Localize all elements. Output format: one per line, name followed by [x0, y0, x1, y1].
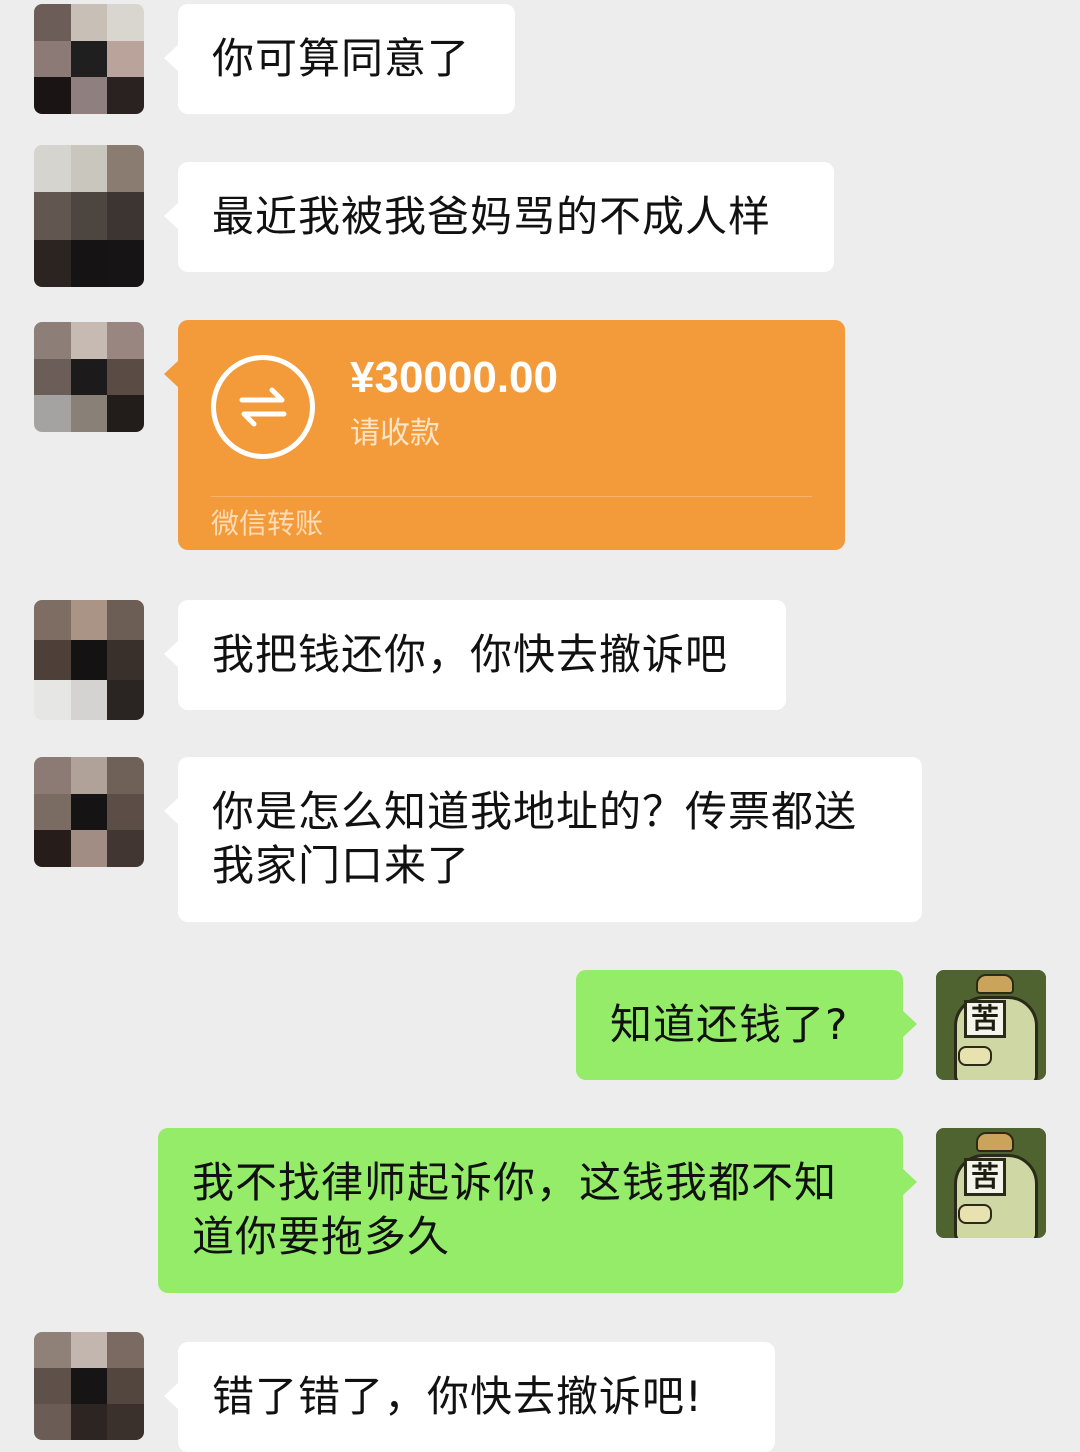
avatar-contact[interactable]: [34, 145, 144, 287]
transfer-amount: ¥30000.00: [350, 353, 558, 402]
transfer-arrows-icon: [211, 355, 315, 459]
message-text: 最近我被我爸妈骂的不成人样: [212, 192, 772, 241]
message-text: 我把钱还你，你快去撤诉吧: [212, 630, 729, 679]
avatar-contact[interactable]: [34, 757, 144, 867]
transfer-card[interactable]: ¥30000.00 请收款 微信转账: [164, 320, 845, 550]
avatar-contact[interactable]: [34, 1332, 144, 1440]
message-bubble[interactable]: 知道还钱了?: [576, 970, 917, 1080]
message-bubble[interactable]: 你可算同意了: [164, 4, 515, 114]
avatar-contact[interactable]: [34, 4, 144, 114]
avatar-contact[interactable]: [34, 322, 144, 432]
message-bubble[interactable]: 我不找律师起诉你，这钱我都不知 道你要拖多久: [158, 1128, 917, 1293]
message-bubble[interactable]: 我把钱还你，你快去撤诉吧: [164, 600, 786, 710]
message-text: 知道还钱了?: [610, 1000, 849, 1049]
message-text: 错了错了，你快去撤诉吧!: [212, 1372, 703, 1421]
message-text-line: 你是怎么知道我地址的？传票都送: [212, 787, 858, 836]
sticker-tag: 苦: [964, 1000, 1006, 1038]
transfer-status: 请收款: [350, 416, 440, 451]
message-text-line: 我不找律师起诉你，这钱我都不知: [192, 1158, 838, 1207]
message-text: 你可算同意了: [212, 34, 471, 83]
message-text-line: 道你要拖多久: [192, 1212, 451, 1261]
avatar-contact[interactable]: [34, 600, 144, 720]
sticker-tag: 苦: [964, 1158, 1006, 1196]
avatar-self[interactable]: 苦: [936, 970, 1046, 1080]
divider: [211, 496, 812, 497]
message-bubble[interactable]: 错了错了，你快去撤诉吧!: [164, 1342, 775, 1452]
message-bubble[interactable]: 你是怎么知道我地址的？传票都送 我家门口来了: [164, 757, 922, 922]
message-text-line: 我家门口来了: [212, 841, 471, 890]
avatar-self[interactable]: 苦: [936, 1128, 1046, 1238]
transfer-source-label: 微信转账: [211, 507, 324, 540]
message-bubble[interactable]: 最近我被我爸妈骂的不成人样: [164, 162, 834, 272]
